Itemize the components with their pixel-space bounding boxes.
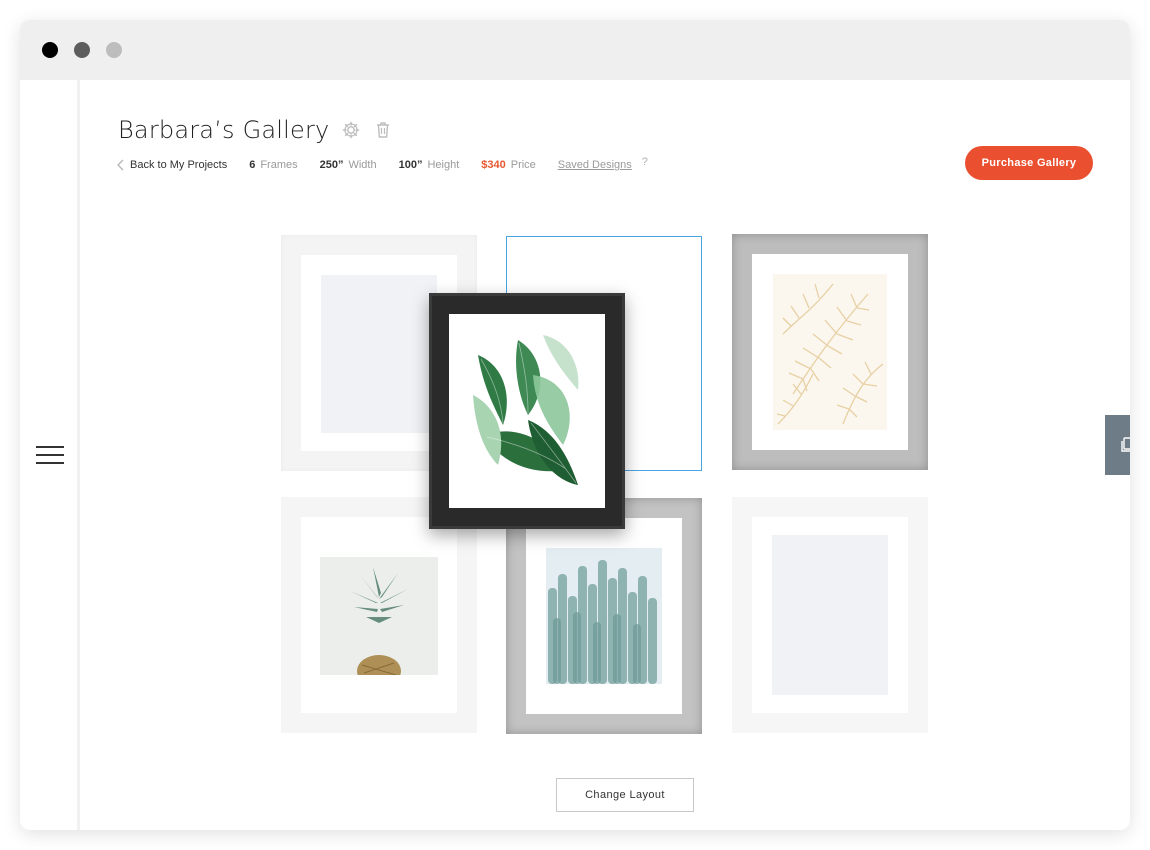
- left-sidebar: [20, 80, 80, 830]
- trash-icon[interactable]: [373, 120, 393, 140]
- gallery-frame-5[interactable]: [506, 498, 702, 734]
- copy-icon: [1120, 437, 1130, 452]
- help-icon[interactable]: ?: [642, 156, 648, 168]
- duplicate-panel-tab[interactable]: [1105, 415, 1130, 475]
- hamburger-icon[interactable]: [36, 446, 64, 466]
- back-to-projects-link[interactable]: Back to My Projects: [116, 159, 227, 171]
- browser-window: Barbara’s Gallery Back to My Projects 6 …: [20, 20, 1130, 830]
- chevron-left-icon: [117, 159, 124, 171]
- gallery-height: 100” Height: [399, 159, 460, 171]
- gallery-editor: Barbara’s Gallery Back to My Projects 6 …: [83, 80, 1130, 830]
- gallery-width-label: Width: [348, 159, 377, 171]
- title-row: Barbara’s Gallery: [118, 112, 393, 148]
- gallery-width: 250” Width: [320, 159, 377, 171]
- banana-leaves-artwork: [473, 335, 583, 491]
- frames-count: 6 Frames: [249, 159, 297, 171]
- gallery-frame-6[interactable]: [732, 497, 928, 733]
- change-layout-button[interactable]: Change Layout: [556, 778, 694, 812]
- empty-art-slot: [772, 535, 888, 695]
- gallery-height-value: 100”: [398, 159, 423, 171]
- palm-leaves-artwork: [773, 274, 887, 430]
- purchase-gallery-button[interactable]: Purchase Gallery: [965, 146, 1093, 180]
- gallery-price: $340 Price: [481, 159, 536, 171]
- gallery-width-value: 250”: [319, 159, 344, 171]
- back-link-label: Back to My Projects: [130, 159, 228, 171]
- gallery-price-value: $340: [481, 159, 506, 171]
- gallery-frame-3[interactable]: [732, 234, 928, 470]
- gallery-price-label: Price: [510, 159, 536, 171]
- saved-designs-link[interactable]: Saved Designs: [558, 159, 632, 171]
- empty-art-slot: [321, 275, 437, 433]
- cactus-artwork: [546, 548, 662, 684]
- minimize-window-dot[interactable]: [74, 42, 90, 58]
- pineapple-artwork: [320, 557, 438, 687]
- frames-count-value: 6: [249, 159, 256, 171]
- gallery-frame-4[interactable]: [281, 497, 477, 733]
- window-titlebar: [20, 20, 1130, 80]
- close-window-dot[interactable]: [42, 42, 58, 58]
- gallery-height-label: Height: [427, 159, 460, 171]
- maximize-window-dot[interactable]: [106, 42, 122, 58]
- page-title: Barbara’s Gallery: [118, 116, 330, 144]
- project-meta-bar: Back to My Projects 6 Frames 250” Width …: [116, 156, 648, 174]
- dragged-black-frame[interactable]: [429, 293, 625, 529]
- frames-count-label: Frames: [260, 159, 298, 171]
- gear-icon[interactable]: [341, 120, 361, 140]
